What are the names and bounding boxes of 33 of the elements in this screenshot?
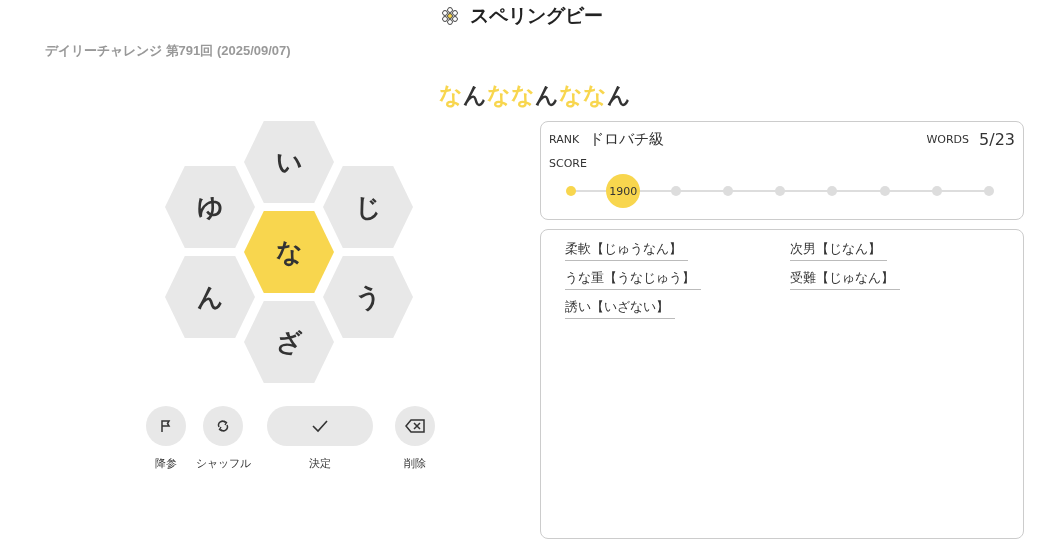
flag-icon (158, 419, 173, 433)
action-label: シャッフル (195, 456, 251, 471)
found-word: 受難【じゅなん】 (790, 269, 900, 290)
checkmark-icon (310, 419, 329, 433)
words-count: 5/23 (979, 130, 1015, 149)
letter-hex[interactable]: い (244, 121, 334, 203)
rank-value: ドロバチ級 (589, 130, 665, 149)
current-word: なんななんななん (438, 81, 632, 110)
action-label: 決定 (308, 456, 331, 471)
rank-label: RANK (549, 133, 580, 146)
shuffle-button[interactable] (203, 406, 243, 446)
letter-hex[interactable]: ゆ (165, 166, 255, 248)
letter-hex[interactable]: な (244, 211, 334, 293)
letter-hex[interactable]: ん (165, 256, 255, 338)
action-label: 降参 (154, 456, 177, 471)
found-word: うな重【うなじゅう】 (565, 269, 701, 290)
challenge-subtitle: デイリーチャレンジ 第791回 (2025/09/07) (45, 42, 292, 60)
backspace-icon (404, 419, 425, 433)
honeycomb-icon (439, 6, 460, 26)
shuffle-icon (216, 419, 230, 433)
letter-hex[interactable]: う (323, 256, 413, 338)
found-word: 誘い【いざない】 (565, 298, 675, 319)
app-title: スペリングビー (469, 3, 603, 28)
score-label: SCORE (549, 157, 588, 170)
words-label: WORDS (926, 133, 970, 146)
found-word: 次男【じなん】 (790, 240, 887, 261)
letter-hex[interactable]: ざ (244, 301, 334, 383)
flag-button[interactable] (145, 406, 186, 446)
current-score: 1900 (606, 174, 641, 208)
found-word: 柔軟【じゅうなん】 (565, 240, 688, 261)
delete-button[interactable] (394, 406, 435, 446)
letter-hex[interactable]: じ (323, 166, 413, 248)
action-label: 削除 (403, 456, 426, 471)
